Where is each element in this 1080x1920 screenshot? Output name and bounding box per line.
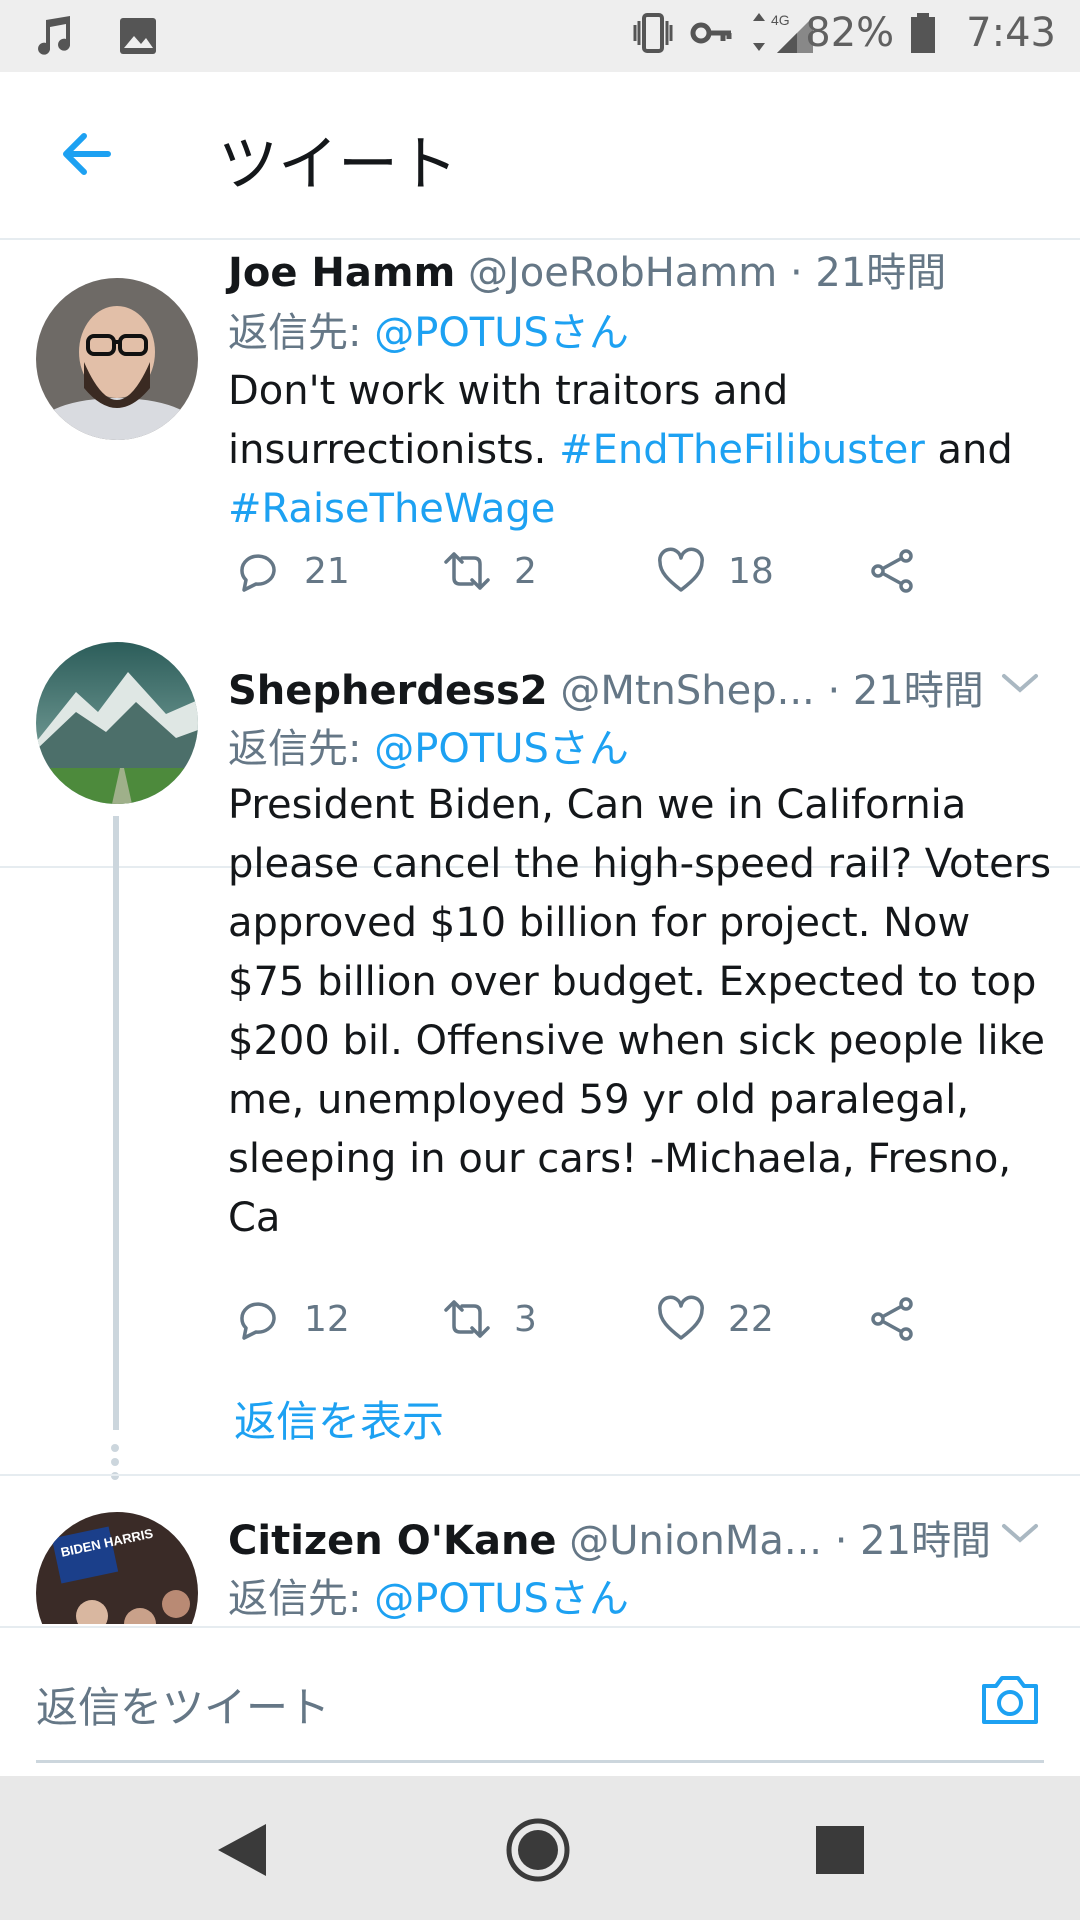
back-button[interactable]	[56, 124, 116, 184]
page-title: ツイート	[218, 130, 458, 200]
show-replies-link[interactable]: 返信を表示	[234, 1388, 444, 1449]
tweet-actions: 21 2 18	[228, 546, 928, 606]
reply-composer: 返信をツイート	[0, 1626, 1080, 1778]
retweet-button[interactable]: 3	[442, 1294, 537, 1344]
reply-icon	[240, 554, 276, 592]
share-icon	[871, 1297, 913, 1341]
display-name: Joe Hamm	[228, 250, 456, 296]
chevron-down-icon[interactable]	[1000, 668, 1040, 698]
vpn-key-icon	[689, 11, 733, 55]
tweet-author[interactable]: Citizen O'Kane @UnionMa... · 21時間	[228, 1508, 991, 1566]
back-triangle-icon[interactable]	[210, 1818, 274, 1882]
reply-icon	[240, 1302, 276, 1340]
battery-icon	[908, 11, 952, 55]
reply-to-line: 返信先: @POTUSさん	[228, 1566, 629, 1624]
retweet-icon	[444, 1300, 490, 1338]
handle: @JoeRobHamm	[467, 250, 778, 296]
tweet-actions: 12 3 22	[228, 1294, 928, 1354]
hashtag-link[interactable]: #RaiseTheWage	[228, 486, 555, 532]
handle: @UnionMa...	[569, 1518, 823, 1564]
heart-icon	[658, 1295, 704, 1340]
like-button[interactable]: 18	[656, 546, 774, 596]
svg-text:4G: 4G	[771, 12, 790, 28]
avatar[interactable]	[36, 278, 198, 440]
thread-line	[113, 816, 119, 1430]
hashtag-link[interactable]: #EndTheFilibuster	[559, 427, 925, 473]
handle: @MtnShep...	[560, 668, 815, 714]
home-circle-icon[interactable]	[506, 1818, 570, 1882]
app-bar: ツイート	[0, 72, 1080, 240]
like-count: 18	[728, 550, 774, 592]
image-icon	[116, 14, 160, 58]
system-nav-bar	[0, 1776, 1080, 1920]
share-button[interactable]	[868, 1294, 918, 1344]
like-count: 22	[728, 1298, 774, 1340]
reply-input[interactable]: 返信をツイート	[36, 1674, 330, 1735]
chevron-down-icon[interactable]	[1000, 1518, 1040, 1548]
reply-feed[interactable]: Joe Hamm @JoeRobHamm · 21時間 返信先: @POTUSさ…	[0, 240, 1080, 1624]
reply-count: 12	[304, 1298, 350, 1340]
share-button[interactable]	[868, 546, 918, 596]
timestamp: · 21時間	[789, 250, 947, 296]
tweet-item[interactable]: BIDEN HARRIS Citizen O'Kane @UnionMa... …	[0, 1476, 1080, 1624]
retweet-icon	[444, 552, 490, 590]
like-button[interactable]: 22	[656, 1294, 774, 1344]
retweet-count: 3	[514, 1298, 537, 1340]
heart-icon	[658, 547, 704, 592]
reply-to-line: 返信先: @POTUSさん	[228, 300, 629, 358]
arrow-left-icon	[63, 133, 111, 175]
tweet-text: President Biden, Can we in California pl…	[228, 782, 1052, 1241]
reply-to-mention[interactable]: @POTUSさん	[374, 310, 629, 356]
tweet-text: Don't work with traitors and insurrectio…	[228, 362, 1058, 539]
reply-to-mention[interactable]: @POTUSさん	[374, 726, 629, 772]
reply-count: 21	[304, 550, 350, 592]
retweet-button[interactable]: 2	[442, 546, 537, 596]
clock: 7:43	[966, 10, 1056, 56]
avatar[interactable]: BIDEN HARRIS	[36, 1512, 198, 1624]
vibrate-icon	[631, 11, 675, 55]
display-name: Shepherdess2	[228, 668, 548, 714]
tweet-text-part: and	[924, 427, 1013, 473]
retweet-count: 2	[514, 550, 537, 592]
reply-to-label: 返信先:	[228, 1576, 375, 1622]
timestamp: · 21時間	[834, 1518, 992, 1564]
reply-to-line: 返信先: @POTUSさん	[228, 716, 629, 774]
timestamp: · 21時間	[827, 668, 984, 714]
music-note-icon	[32, 14, 76, 58]
display-name: Citizen O'Kane	[228, 1518, 557, 1564]
avatar[interactable]	[36, 642, 198, 804]
camera-icon[interactable]	[978, 1668, 1042, 1732]
tweet-author[interactable]: Shepherdess2 @MtnShep... · 21時間	[228, 658, 984, 716]
recents-square-icon[interactable]	[808, 1818, 872, 1882]
battery-percent: 82%	[805, 10, 895, 56]
share-icon	[871, 549, 913, 593]
signal-4g-icon: 4G	[747, 11, 814, 55]
reply-to-mention[interactable]: @POTUSさん	[374, 1576, 629, 1622]
reply-to-label: 返信先:	[228, 726, 375, 772]
tweet-author[interactable]: Joe Hamm @JoeRobHamm · 21時間	[228, 240, 946, 298]
reply-to-label: 返信先:	[228, 310, 375, 356]
reply-button[interactable]: 12	[232, 1294, 350, 1344]
status-bar: 4G 82% 7:43	[0, 0, 1080, 72]
input-underline	[36, 1760, 1044, 1763]
reply-button[interactable]: 21	[232, 546, 350, 596]
